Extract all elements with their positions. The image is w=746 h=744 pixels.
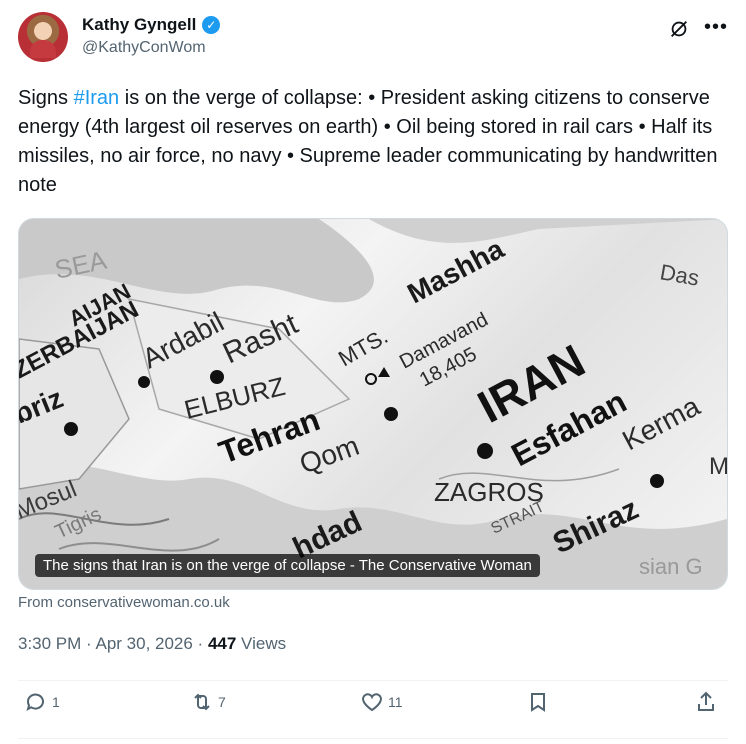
- bookmark-button[interactable]: [526, 690, 550, 714]
- verified-badge-icon: ✓: [202, 16, 221, 34]
- tweet-text: Signs #Iran is on the verge of collapse:…: [18, 84, 718, 200]
- divider: [18, 738, 728, 739]
- repost-count: 7: [218, 694, 226, 710]
- like-button[interactable]: 11: [360, 690, 403, 714]
- link-card-image[interactable]: SEA AIJAN ZERBAIJAN Ardabil Rasht Mashha…: [18, 218, 728, 590]
- reply-count: 1: [52, 694, 60, 710]
- tweet-meta: 3:30 PM · Apr 30, 2026 · 447 Views: [18, 634, 286, 654]
- share-button[interactable]: [694, 690, 718, 714]
- iran-map-image: SEA AIJAN ZERBAIJAN Ardabil Rasht Mashha…: [19, 219, 727, 589]
- user-handle[interactable]: @KathyConWom: [82, 39, 220, 57]
- repost-button[interactable]: 7: [190, 690, 226, 714]
- tweet-text-start: Signs: [18, 87, 74, 109]
- views-count: 447: [207, 634, 237, 653]
- tweet-header: Kathy Gyngell ✓ @KathyConWom •••: [18, 12, 728, 68]
- display-name[interactable]: Kathy Gyngell: [82, 15, 196, 35]
- more-options-icon[interactable]: •••: [704, 16, 728, 39]
- reply-button[interactable]: 1: [24, 690, 60, 714]
- map-label: Das: [658, 259, 701, 290]
- divider: [18, 680, 728, 681]
- avatar[interactable]: [18, 12, 68, 62]
- map-label: Kerma: [617, 390, 705, 456]
- user-info: Kathy Gyngell ✓ @KathyConWom: [82, 15, 221, 57]
- tweet-text-rest: is on the verge of collapse: • President…: [18, 87, 718, 196]
- share-icon: [698, 691, 714, 711]
- timestamp[interactable]: 3:30 PM · Apr 30, 2026 ·: [18, 634, 208, 653]
- link-card-caption: The signs that Iran is on the verge of c…: [35, 554, 540, 577]
- grok-icon[interactable]: [668, 18, 690, 40]
- link-source[interactable]: From conservativewoman.co.uk: [18, 594, 230, 611]
- map-label: Mashha: [402, 233, 509, 310]
- repost-icon: [194, 693, 210, 711]
- action-bar: 1 7 11: [18, 690, 728, 730]
- like-count: 11: [388, 694, 403, 710]
- map-label: ZAGROS: [434, 477, 544, 507]
- map-label: MTS.: [334, 323, 392, 371]
- map-label: sian G: [639, 554, 703, 579]
- bookmark-icon: [531, 693, 545, 712]
- views-label: Views: [236, 634, 287, 653]
- map-label: M: [709, 453, 727, 480]
- hashtag-link[interactable]: #Iran: [74, 87, 120, 109]
- heart-icon: [362, 693, 382, 712]
- reply-icon: [26, 693, 44, 711]
